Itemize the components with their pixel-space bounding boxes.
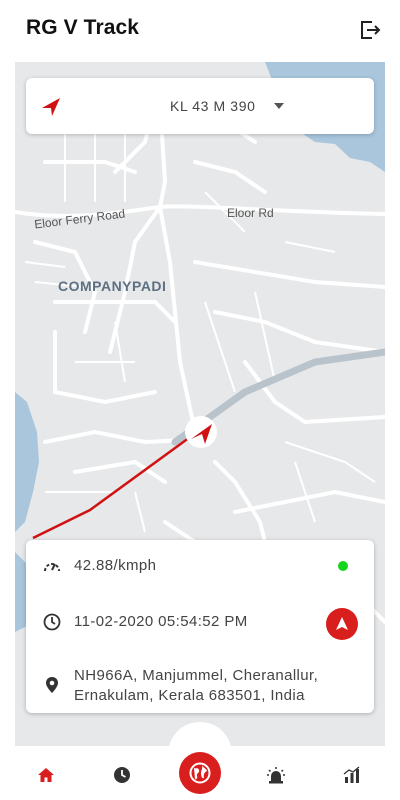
locate-vehicle-button[interactable] <box>326 608 358 640</box>
app-title: RG V Track <box>26 16 140 39</box>
map-label-eloor-rd: Eloor Rd <box>227 206 274 220</box>
datetime-value: 11-02-2020 05:54:52 PM <box>74 613 248 630</box>
nav-home[interactable] <box>33 762 59 788</box>
vehicle-selector-card: KL 43 M 390 <box>26 78 374 134</box>
home-icon <box>38 768 54 782</box>
reports-icon <box>343 766 360 783</box>
navigation-arrow-icon <box>42 98 60 116</box>
history-icon <box>114 767 130 783</box>
nav-history[interactable] <box>109 762 135 788</box>
vehicle-number: KL 43 M 390 <box>170 98 256 114</box>
nav-live-track-button[interactable] <box>179 752 221 794</box>
alarm-icon <box>267 767 285 784</box>
chevron-down-icon <box>274 103 284 109</box>
speedometer-icon <box>42 556 62 576</box>
map-label-area: COMPANYPADI <box>58 278 167 294</box>
nav-reports[interactable] <box>339 762 365 788</box>
logout-button[interactable] <box>356 17 384 43</box>
vehicle-dropdown[interactable]: KL 43 M 390 <box>146 92 296 120</box>
clock-icon <box>42 612 62 632</box>
nav-alerts[interactable] <box>263 762 289 788</box>
app-header: RG V Track <box>0 0 400 60</box>
status-indicator <box>338 561 348 571</box>
logout-icon <box>361 21 381 39</box>
location-pin-icon <box>42 675 62 695</box>
speed-value: 42.88/kmph <box>74 557 157 574</box>
navigation-icon <box>336 617 348 630</box>
globe-icon <box>189 762 211 784</box>
address-value: NH966A, Manjummel, Cheranallur, Ernakula… <box>74 667 319 704</box>
vehicle-info-card: 42.88/kmph 11-02-2020 05:54:52 PM NH966A… <box>26 540 374 713</box>
